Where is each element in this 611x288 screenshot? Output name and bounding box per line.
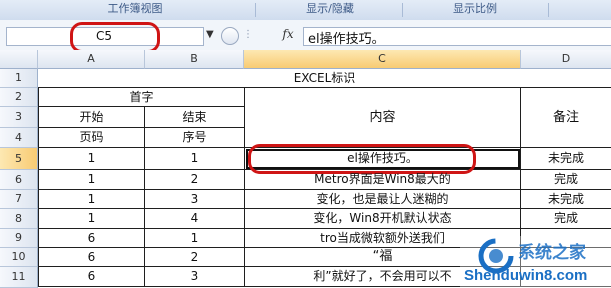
ribbon-group-show-hide[interactable]: 显示/隐藏 bbox=[270, 0, 390, 20]
row-header-11[interactable]: 11 bbox=[0, 267, 38, 288]
column-header-b[interactable]: B bbox=[145, 50, 244, 69]
header-end[interactable]: 结束 bbox=[145, 107, 245, 128]
table-cell-b[interactable]: 3 bbox=[145, 190, 245, 209]
table-cell-a[interactable]: 6 bbox=[38, 267, 145, 287]
table-cell-a[interactable]: 1 bbox=[38, 190, 145, 209]
column-header-a[interactable]: A bbox=[38, 50, 145, 69]
watermark-logo: 系统之家 Shenduwin8.com bbox=[460, 236, 611, 287]
row-header-2[interactable]: 2 bbox=[0, 88, 38, 107]
header-note[interactable]: 备注 bbox=[521, 88, 611, 148]
table-cell-b[interactable]: 3 bbox=[145, 267, 245, 287]
table-cell-a[interactable]: 1 bbox=[38, 148, 145, 170]
column-header-c[interactable]: C bbox=[244, 50, 521, 69]
table-cell-b[interactable]: 2 bbox=[145, 248, 245, 267]
column-header-d[interactable]: D bbox=[521, 50, 611, 69]
ribbon-separator bbox=[255, 3, 256, 17]
cancel-button[interactable] bbox=[221, 27, 239, 45]
table-cell-b[interactable]: 1 bbox=[145, 148, 245, 170]
header-seq[interactable]: 序号 bbox=[145, 128, 245, 148]
table-cell-d[interactable]: 未完成 bbox=[521, 190, 611, 209]
table-cell-c[interactable]: Metro界面是Win8最大的 bbox=[245, 170, 521, 190]
ribbon-separator bbox=[548, 3, 549, 17]
insert-function-button[interactable]: fx bbox=[277, 27, 299, 43]
table-cell-b[interactable]: 2 bbox=[145, 170, 245, 190]
table-cell-b[interactable]: 4 bbox=[145, 209, 245, 229]
ribbon-group-zoom[interactable]: 显示比例 bbox=[420, 0, 530, 20]
select-all-corner[interactable] bbox=[0, 50, 38, 69]
row-header-8[interactable]: 8 bbox=[0, 209, 38, 229]
row-header-9[interactable]: 9 bbox=[0, 229, 38, 248]
table-cell-a[interactable]: 6 bbox=[38, 248, 145, 267]
row-header-10[interactable]: 10 bbox=[0, 248, 38, 267]
table-cell-c[interactable]: 变化，也是最让人迷糊的 bbox=[245, 190, 521, 209]
chevron-down-icon[interactable]: ▼ bbox=[206, 29, 214, 40]
row-header-6[interactable]: 6 bbox=[0, 170, 38, 190]
row-header-5[interactable]: 5 bbox=[0, 148, 38, 170]
table-cell-c[interactable]: 变化，Win8开机默认状态 bbox=[245, 209, 521, 229]
svg-text:Shenduwin8.com: Shenduwin8.com bbox=[464, 267, 587, 284]
table-cell-d[interactable]: 未完成 bbox=[521, 148, 611, 170]
ribbon-group-workbook-views[interactable]: 工作簿视图 bbox=[60, 0, 210, 20]
table-cell-b[interactable]: 1 bbox=[145, 229, 245, 248]
header-start[interactable]: 开始 bbox=[38, 107, 145, 128]
table-cell-a[interactable]: 1 bbox=[38, 209, 145, 229]
table-cell-a[interactable]: 1 bbox=[38, 170, 145, 190]
header-group[interactable]: 首字 bbox=[38, 88, 245, 107]
table-cell-a[interactable]: 6 bbox=[38, 229, 145, 248]
row-header-7[interactable]: 7 bbox=[0, 190, 38, 209]
formula-text: el操作技巧。 bbox=[308, 32, 385, 47]
row-header-4[interactable]: 4 bbox=[0, 128, 38, 148]
header-content[interactable]: 内容 bbox=[245, 88, 521, 148]
ribbon-separator bbox=[402, 3, 403, 17]
row-header-1[interactable]: 1 bbox=[0, 69, 38, 88]
name-box-highlight bbox=[70, 22, 160, 53]
table-cell-d[interactable]: 完成 bbox=[521, 170, 611, 190]
table-cell-d[interactable]: 完成 bbox=[521, 209, 611, 229]
svg-text:系统之家: 系统之家 bbox=[518, 242, 586, 262]
header-page[interactable]: 页码 bbox=[38, 128, 145, 148]
row-header-3[interactable]: 3 bbox=[0, 107, 38, 128]
sheet-title[interactable]: EXCEL标识 bbox=[38, 69, 611, 88]
resize-grip-icon[interactable]: ⋮ bbox=[243, 29, 253, 40]
